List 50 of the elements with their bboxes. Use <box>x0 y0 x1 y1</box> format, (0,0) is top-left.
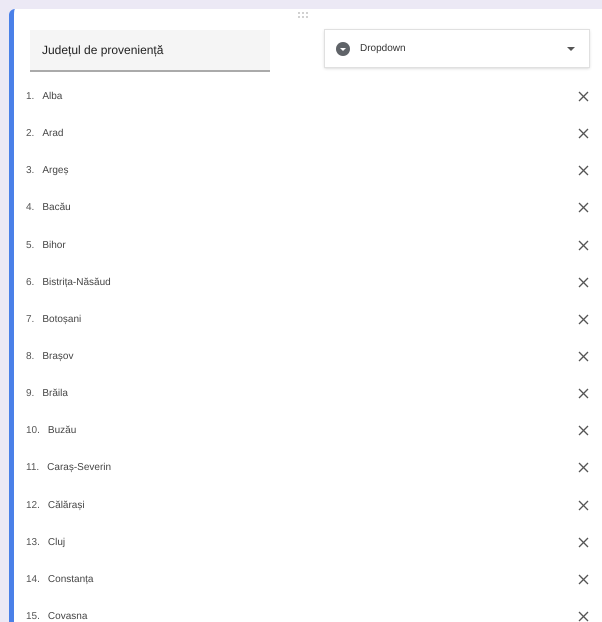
option-number: 5. <box>26 238 34 253</box>
option-number: 3. <box>26 164 34 178</box>
option-number: 1. <box>26 90 34 104</box>
option-number: 13. <box>26 536 40 550</box>
close-icon[interactable] <box>578 351 589 362</box>
option-number: 9. <box>26 387 34 402</box>
option-label[interactable]: Alba <box>42 89 62 104</box>
close-icon[interactable] <box>578 91 589 102</box>
close-icon[interactable] <box>578 462 589 474</box>
close-icon[interactable] <box>578 240 589 251</box>
option-number: 7. <box>26 312 34 327</box>
option-label[interactable]: Cluj <box>48 534 66 550</box>
close-icon[interactable] <box>578 276 589 288</box>
option-number: 8. <box>26 350 34 364</box>
option-number: 12. <box>26 498 40 513</box>
option-number: 11. <box>26 461 40 476</box>
option-label[interactable]: Călărași <box>48 498 85 513</box>
close-icon[interactable] <box>578 574 589 585</box>
option-label[interactable]: Bacău <box>42 200 71 216</box>
option-number: 2. <box>26 127 34 142</box>
option-number: 15. <box>26 610 40 622</box>
caret-icon <box>567 46 575 50</box>
close-icon[interactable] <box>578 500 589 511</box>
close-icon[interactable] <box>578 611 589 622</box>
close-icon[interactable] <box>578 314 589 325</box>
close-icon[interactable] <box>578 425 589 436</box>
option-label[interactable]: Brașov <box>42 349 74 364</box>
option-number: 14. <box>26 572 40 587</box>
option-label[interactable]: Constanța <box>48 572 94 587</box>
option-label[interactable]: Bistrița-Năsăud <box>42 274 111 290</box>
close-icon[interactable] <box>578 202 589 214</box>
close-icon[interactable] <box>578 165 589 176</box>
option-label[interactable]: Buzău <box>48 423 76 438</box>
option-label[interactable]: Covasna <box>48 609 88 622</box>
close-icon[interactable] <box>578 128 589 140</box>
drag-handle-icon[interactable] <box>298 12 308 18</box>
option-number: 4. <box>26 201 34 216</box>
option-label[interactable]: Caraș-Severin <box>47 460 112 476</box>
option-label[interactable]: Brăila <box>42 386 68 402</box>
option-label[interactable]: Bihor <box>42 238 66 253</box>
option-label[interactable]: Botoșani <box>42 312 82 327</box>
question-type-dropdown[interactable]: Dropdown <box>324 29 590 68</box>
option-label[interactable]: Argeș <box>42 163 68 178</box>
close-icon[interactable] <box>578 536 589 548</box>
option-number: 10. <box>26 424 40 438</box>
close-icon[interactable] <box>578 388 589 400</box>
option-number: 6. <box>26 276 34 290</box>
dropdown-type-icon <box>336 42 350 56</box>
option-label[interactable]: Arad <box>42 126 64 142</box>
question-title-field[interactable]: Județul de proveniență <box>30 30 270 72</box>
